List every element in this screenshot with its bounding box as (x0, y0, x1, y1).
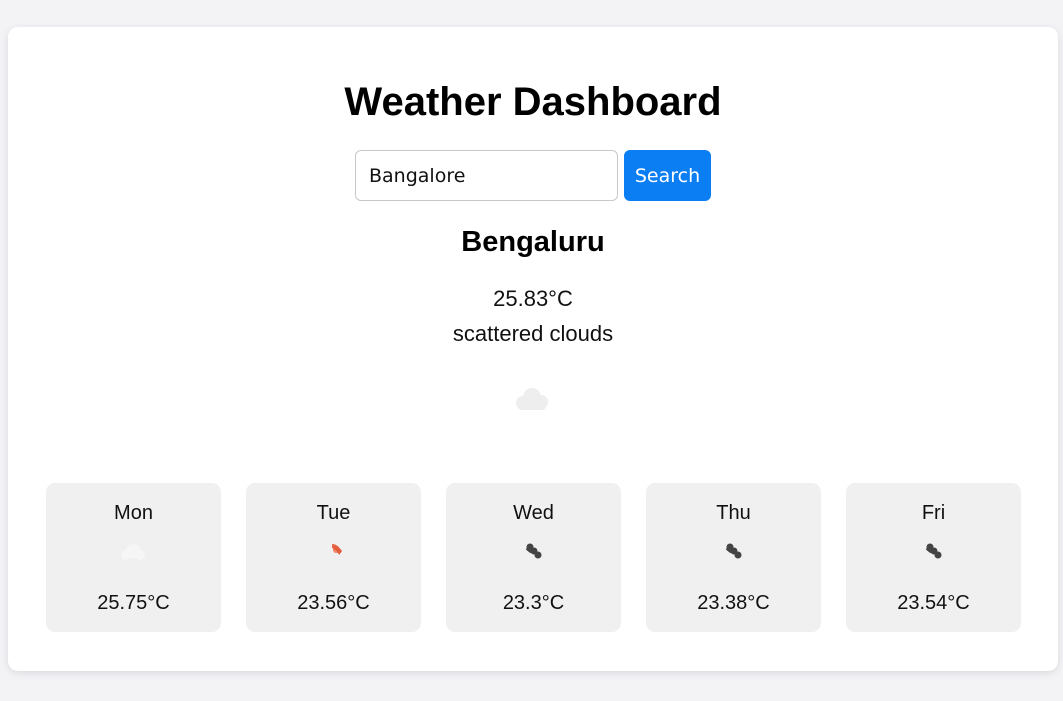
forecast-card-wed: Wed 23.3°C (446, 483, 621, 632)
few-clouds-day-icon (121, 544, 145, 560)
broken-clouds-icon (525, 543, 542, 559)
city-search-input[interactable] (355, 150, 618, 201)
search-bar: Search (8, 150, 1058, 201)
page-title: Weather Dashboard (344, 80, 722, 124)
forecast-day: Tue (316, 502, 351, 524)
forecast-day: Wed (513, 502, 554, 524)
broken-clouds-icon (725, 543, 742, 559)
forecast-day: Mon (114, 502, 153, 524)
forecast-temperature: 23.3°C (502, 592, 565, 614)
broken-clouds-icon (925, 543, 942, 559)
forecast-temperature: 25.75°C (97, 592, 170, 614)
current-temperature: 25.83°C (493, 286, 573, 311)
forecast-temperature: 23.38°C (697, 592, 770, 614)
forecast-temperature: 23.54°C (897, 592, 970, 614)
forecast-card-fri: Fri 23.54°C (846, 483, 1021, 632)
dashboard-card: Weather Dashboard Search Bengaluru 25.83… (8, 27, 1058, 671)
city-name: Bengaluru (461, 226, 605, 258)
forecast-card-mon: Mon 25.75°C (46, 483, 221, 632)
forecast-temperature: 23.56°C (297, 592, 370, 614)
forecast-day: Thu (716, 502, 751, 524)
search-button[interactable]: Search (624, 150, 711, 201)
forecast-day: Fri (921, 502, 946, 524)
forecast-row: Mon 25.75°C Tue 23.56°C Wed 23.3°C Thu 2… (46, 483, 1021, 632)
forecast-card-tue: Tue 23.56°C (246, 483, 421, 632)
forecast-card-thu: Thu 23.38°C (646, 483, 821, 632)
scattered-clouds-icon (516, 388, 548, 410)
weather-description: scattered clouds (452, 321, 614, 346)
rain-day-icon (332, 544, 342, 555)
